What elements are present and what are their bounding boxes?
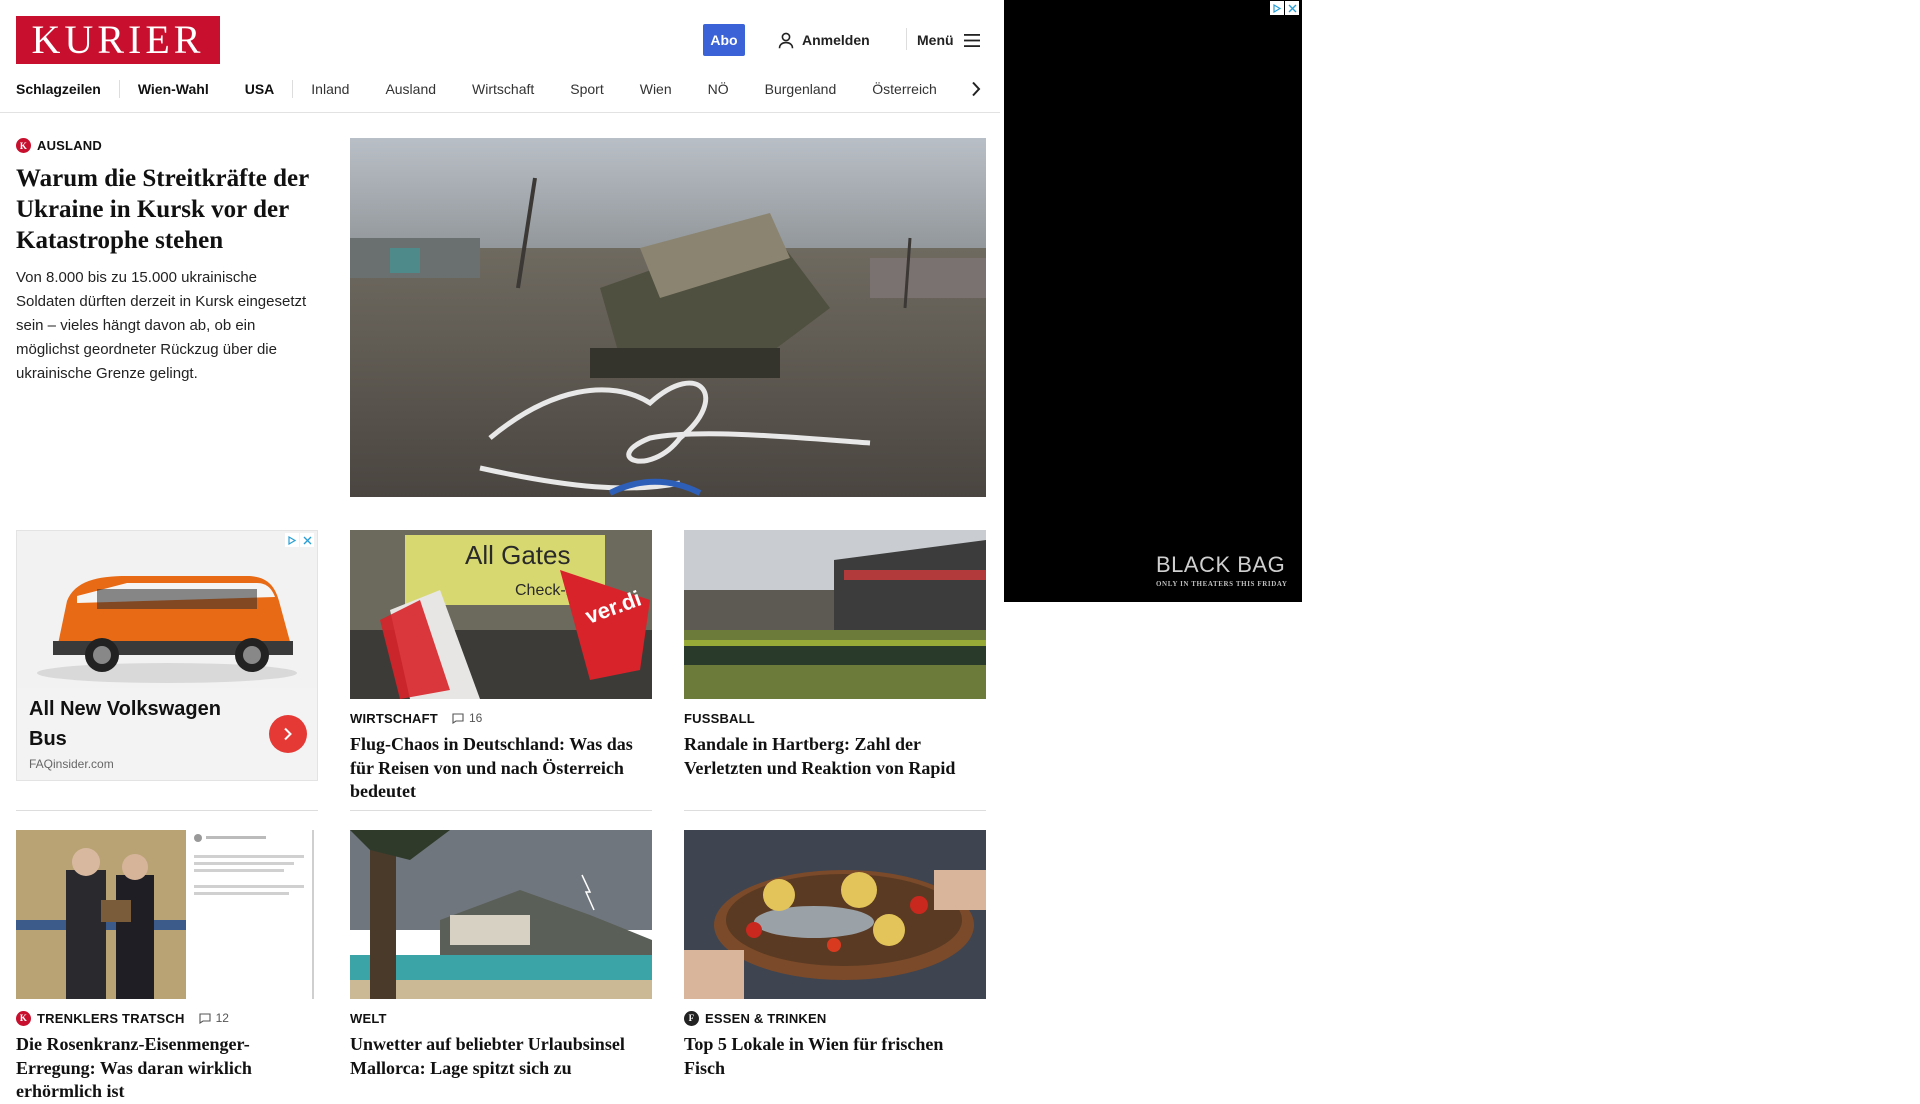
lead-article[interactable]: K AUSLAND Warum die Streitkräfte der Ukr… xyxy=(16,138,318,386)
article-image[interactable]: All Gates Check-in ver.di xyxy=(350,530,652,699)
lead-headline[interactable]: Warum die Streitkräfte der Ukraine in Ku… xyxy=(16,163,318,256)
site-header: KURIER Abo Anmelden Menü Schlagzeilen Wi… xyxy=(0,0,1000,113)
nav-scroll-right-button[interactable] xyxy=(968,78,984,100)
article-headline[interactable]: Die Rosenkranz-Eisenmenger-Erregung: Was… xyxy=(16,1033,318,1104)
nav-item-wien[interactable]: Wien xyxy=(622,81,690,97)
comment-icon xyxy=(452,712,464,724)
tank-photo xyxy=(350,138,986,497)
header-divider xyxy=(906,28,907,50)
kurier-plus-icon: K xyxy=(16,1010,31,1026)
ad-image xyxy=(17,531,317,688)
card-divider xyxy=(350,810,652,811)
article-category-label: TRENKLERS TRATSCH xyxy=(37,1010,185,1026)
card-divider xyxy=(16,810,318,811)
article-meta: K TRENKLERS TRATSCH 12 xyxy=(16,1009,318,1027)
ad-tagline: ONLY IN THEATERS THIS FRIDAY xyxy=(1156,580,1288,588)
article-category: f ESSEN & TRINKEN xyxy=(684,1010,827,1026)
nav-item-sport[interactable]: Sport xyxy=(552,81,621,97)
article-meta: WELT xyxy=(350,1009,652,1027)
article-meta: f ESSEN & TRINKEN xyxy=(684,1009,986,1027)
ad-info-icon[interactable] xyxy=(285,533,299,547)
article-headline[interactable]: Randale in Hartberg: Zahl der Verletzten… xyxy=(684,733,986,780)
side-banner-ad[interactable]: BLACK BAG ONLY IN THEATERS THIS FRIDAY xyxy=(1004,0,1302,602)
ad-close-icon[interactable] xyxy=(300,533,314,547)
article-meta: FUSSBALL xyxy=(684,709,986,727)
ad-choices[interactable] xyxy=(1270,1,1299,15)
hamburger-icon xyxy=(963,33,980,47)
article-category-label: ESSEN & TRINKEN xyxy=(705,1010,827,1026)
article-card-wirtschaft[interactable]: All Gates Check-in ver.di WIRTSCHAFT 16 … xyxy=(350,530,652,804)
article-meta: WIRTSCHAFT 16 xyxy=(350,709,652,727)
kurier-plus-icon: K xyxy=(16,138,31,153)
nav-item-inland[interactable]: Inland xyxy=(293,81,367,97)
menu-label: Menü xyxy=(917,32,954,48)
article-image[interactable] xyxy=(684,830,986,999)
sponsored-ad-card[interactable]: All New Volkswagen Bus FAQinsider.com xyxy=(16,530,318,781)
article-image[interactable] xyxy=(16,830,318,999)
ad-brand: BLACK BAG xyxy=(1156,552,1286,577)
article-headline[interactable]: Top 5 Lokale in Wien für frischen Fisch xyxy=(684,1033,986,1080)
comment-icon xyxy=(199,1012,211,1024)
article-image[interactable] xyxy=(350,830,652,999)
article-card-fussball[interactable]: FUSSBALL Randale in Hartberg: Zahl der V… xyxy=(684,530,986,780)
ad-title[interactable]: All New Volkswagen Bus xyxy=(29,694,239,754)
mallorca-storm-photo xyxy=(350,830,652,999)
comment-count-value: 16 xyxy=(468,711,483,725)
article-card-trenklers-tratsch[interactable]: K TRENKLERS TRATSCH 12 Die Rosenkranz-Ei… xyxy=(16,830,318,1104)
nav-item-noe[interactable]: NÖ xyxy=(690,81,747,97)
article-headline[interactable]: Flug-Chaos in Deutschland: Was das für R… xyxy=(350,733,652,804)
nav-item-oesterreich[interactable]: Österreich xyxy=(854,81,955,97)
nav-item-wien-wahl[interactable]: Wien-Wahl xyxy=(120,81,227,97)
lead-teaser: Von 8.000 bis zu 15.000 ukrainische Sold… xyxy=(16,269,307,382)
card-divider xyxy=(684,810,986,811)
ad-close-icon[interactable] xyxy=(1285,1,1299,15)
airport-strike-photo: All Gates Check-in ver.di xyxy=(350,530,652,699)
freizeit-icon: f xyxy=(684,1010,699,1026)
nav-item-burgenland[interactable]: Burgenland xyxy=(747,81,855,97)
lead-category: K AUSLAND xyxy=(16,138,318,153)
article-card-essen-trinken[interactable]: f ESSEN & TRINKEN Top 5 Lokale in Wien f… xyxy=(684,830,986,1080)
comment-count[interactable]: 12 xyxy=(199,1011,229,1025)
login-label: Anmelden xyxy=(802,32,870,48)
fish-dish-photo xyxy=(684,830,986,999)
ad-info-icon[interactable] xyxy=(1270,1,1284,15)
article-headline[interactable]: Unwetter auf beliebter Urlaubsinsel Mall… xyxy=(350,1033,652,1080)
article-card-welt[interactable]: WELT Unwetter auf beliebter Urlaubsinsel… xyxy=(350,830,652,1080)
menu-button[interactable]: Menü xyxy=(917,28,980,52)
chevron-right-icon xyxy=(972,81,981,97)
nav-item-schlagzeilen[interactable]: Schlagzeilen xyxy=(16,81,119,97)
lead-category-label: AUSLAND xyxy=(37,138,102,153)
ad-choices[interactable] xyxy=(285,533,314,547)
article-category: WELT xyxy=(350,1010,387,1026)
section-nav: Schlagzeilen Wien-Wahl USA Inland Auslan… xyxy=(16,78,955,100)
nav-item-usa[interactable]: USA xyxy=(227,81,293,97)
user-icon xyxy=(778,32,794,48)
article-category: FUSSBALL xyxy=(684,710,755,726)
nav-item-wirtschaft[interactable]: Wirtschaft xyxy=(454,81,552,97)
ad-source: FAQinsider.com xyxy=(29,757,114,771)
gates-sign-text: All Gates xyxy=(465,540,571,570)
lead-image[interactable] xyxy=(350,138,986,497)
chevron-right-icon xyxy=(284,727,292,741)
abo-button[interactable]: Abo xyxy=(703,24,745,56)
stadium-photo xyxy=(684,530,986,699)
vw-bus-photo xyxy=(17,531,317,688)
article-category: K TRENKLERS TRATSCH xyxy=(16,1010,185,1026)
kurier-logo[interactable]: KURIER xyxy=(16,16,220,64)
politicians-photo xyxy=(16,830,318,999)
comment-count[interactable]: 16 xyxy=(452,711,482,725)
article-image[interactable] xyxy=(684,530,986,699)
comment-count-value: 12 xyxy=(215,1011,229,1025)
login-button[interactable]: Anmelden xyxy=(778,28,870,52)
nav-item-ausland[interactable]: Ausland xyxy=(367,81,454,97)
ad-open-button[interactable] xyxy=(269,715,307,753)
article-category: WIRTSCHAFT xyxy=(350,710,438,726)
